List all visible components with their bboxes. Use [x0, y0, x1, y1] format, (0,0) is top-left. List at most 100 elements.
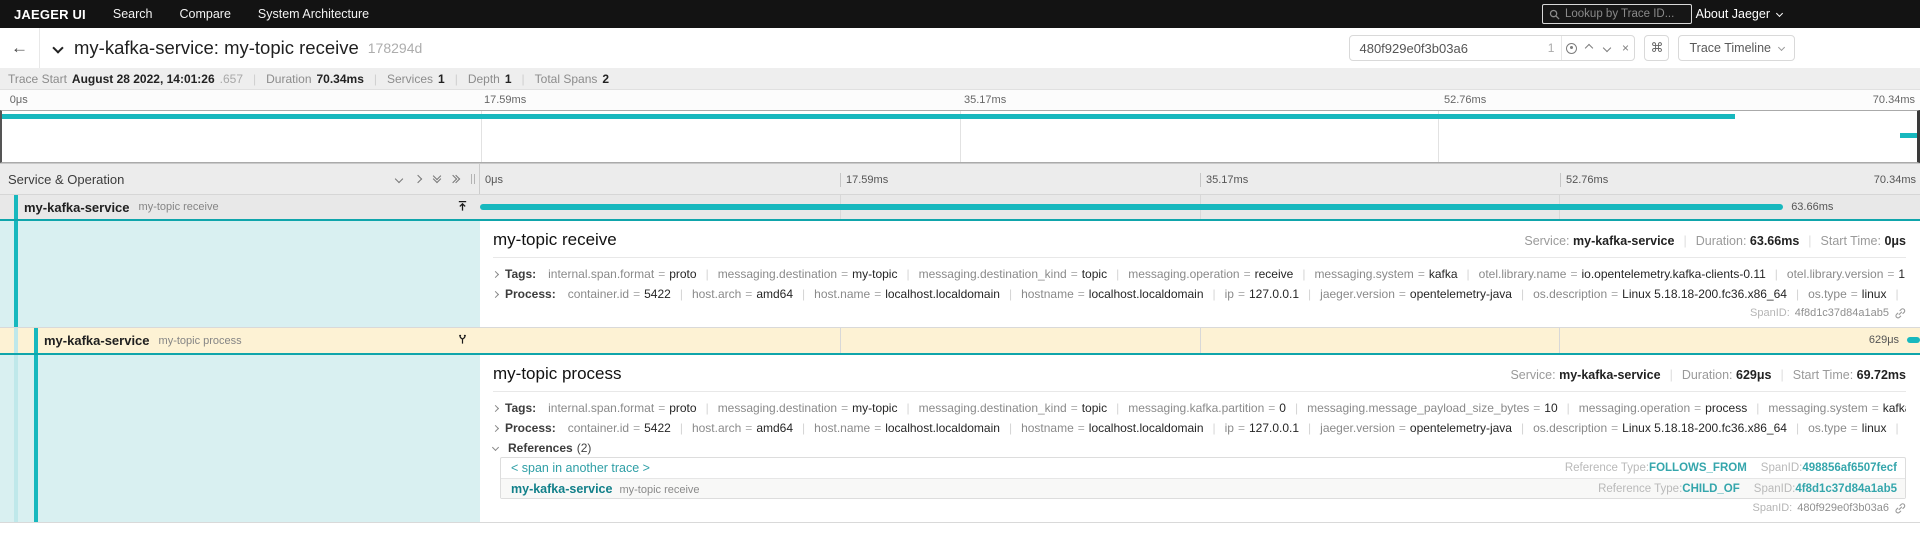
tag-key: os.type [1808, 287, 1847, 301]
tag-key: host.arch [691, 287, 742, 301]
span-duration-bar[interactable] [1907, 337, 1920, 343]
span-detail-panel: my-topic process Service: my-kafka-servic… [0, 353, 1920, 523]
trace-summary-bar: Trace Start August 28 2022, 14:01:26 .657… [0, 68, 1920, 90]
duration-value: 70.34ms [316, 71, 364, 86]
trace-title: my-kafka-service: my-topic receive [74, 37, 359, 58]
link-icon[interactable] [1894, 307, 1906, 319]
chevron-down-icon [491, 443, 501, 452]
span-operation-name: my-topic process [158, 334, 242, 347]
span-id-value: 4f8d1c37d84a1ab5 [1794, 307, 1889, 319]
trace-start-label: Trace Start [8, 71, 67, 86]
process-row[interactable]: Process: container.id = 5422 | host.arch = amd6… [493, 284, 1906, 304]
trace-minimap: 0μs 17.59ms 35.17ms 52.76ms 70.34ms [0, 90, 1920, 163]
expand-one-icon[interactable] [413, 174, 423, 184]
tag-value: proto [669, 401, 697, 415]
tag-key: ip [1224, 421, 1234, 435]
span-row[interactable]: my-kafka-service my-topic process 629μs [0, 328, 1920, 353]
tag-key: messaging.destination [717, 401, 838, 415]
timeline-header-row: Service & Operation 0μs 17.59ms 35.17ms 52.… [0, 163, 1920, 195]
tags-row[interactable]: Tags: internal.span.format = proto | messagin… [493, 398, 1906, 418]
tag-value: Linux 5.18.18-200.fc36.x86_64 [1622, 287, 1787, 301]
nav-item-compare[interactable]: Compare [179, 7, 230, 21]
external-trace-link[interactable]: < span in another trace > [511, 461, 650, 475]
tag-value: localhost.localdomain [1088, 287, 1204, 301]
trace-start-fraction: .657 [219, 71, 244, 86]
trace-header: ← my-kafka-service: my-topic receive 178… [0, 28, 1920, 68]
tag-value: 0 [1279, 401, 1286, 415]
tag-key: os.description [1533, 421, 1608, 435]
duration-label: Duration [266, 71, 312, 86]
nav-item-system-architecture[interactable]: System Architecture [258, 7, 369, 21]
services-value: 1 [438, 71, 445, 86]
back-button[interactable]: ← [0, 28, 40, 68]
total-spans-value: 2 [602, 71, 610, 86]
tag-value: my-topic [852, 401, 898, 415]
minimap-tick-label: 35.17ms [964, 94, 1007, 106]
clear-search-button[interactable]: × [1616, 36, 1634, 60]
span-detail-title: my-topic receive [493, 230, 617, 249]
span-row[interactable]: my-kafka-service my-topic receive 63.66ms [0, 195, 1920, 219]
minimap-tick-label: 0μs [9, 94, 28, 106]
keyboard-shortcuts-button[interactable]: ⌘ [1644, 35, 1670, 61]
tag-value: Linux 5.18.18-200.fc36.x86_64 [1622, 421, 1787, 435]
find-input[interactable] [1350, 40, 1548, 56]
reference-meta: Reference Type:FOLLOWS_FROM SpanID:498856… [1564, 462, 1897, 474]
chevron-down-icon [1603, 43, 1612, 53]
expand-all-icon[interactable] [448, 174, 461, 184]
tag-key: host.name [814, 421, 871, 435]
trace-view-label: Trace Timeline [1689, 41, 1771, 55]
minimap-tick-label: 17.59ms [484, 94, 527, 106]
tag-key: jaeger.version [1320, 287, 1395, 301]
chevron-down-icon [1777, 43, 1786, 51]
tag-key: otel.library.version [1786, 267, 1884, 281]
tags-label: Tags: [505, 267, 537, 281]
locate-match-button[interactable] [1562, 36, 1580, 60]
span-id-footer: SpanID: 4f8d1c37d84a1ab5 [493, 307, 1906, 319]
span-detail-title: my-topic process [493, 364, 622, 383]
link-icon[interactable] [1894, 502, 1906, 514]
tag-key: os.description [1533, 287, 1608, 301]
next-match-button[interactable] [1598, 36, 1616, 60]
tag-key: messaging.system [1768, 401, 1868, 415]
tag-value: 5422 [644, 287, 671, 301]
tags-row[interactable]: Tags: internal.span.format = proto | messagin… [493, 264, 1906, 284]
timeline-tick-label: 70.34ms [1873, 174, 1916, 186]
references-label: References [508, 440, 573, 455]
chevron-right-icon [493, 290, 500, 298]
collapse-all-icon[interactable] [432, 171, 442, 184]
tag-value: linux [1861, 421, 1887, 435]
tag-value: localhost.localdomain [885, 287, 1000, 301]
minimap-viewport[interactable] [0, 110, 1920, 163]
tag-key: messaging.destination_kind [918, 267, 1067, 281]
process-row[interactable]: Process: container.id = 5422 | host.arch = amd6… [493, 418, 1906, 438]
tag-value: 10 [1544, 401, 1558, 415]
span-operation-name: my-topic receive [138, 201, 219, 213]
tag-value: 1.15.0-alpha [1898, 267, 1906, 281]
references-row[interactable]: References (2) [491, 438, 1906, 457]
referenced-span-link[interactable]: my-kafka-service my-topic receive [511, 482, 700, 496]
prev-match-button[interactable] [1580, 36, 1598, 60]
references-fork-icon[interactable] [457, 333, 468, 345]
trace-id-lookup[interactable]: Lookup by Trace ID... [1542, 4, 1692, 24]
collapse-trace-chevron[interactable] [52, 39, 64, 57]
tag-value: 127.0.0.1 [1249, 287, 1300, 301]
trace-view-select[interactable]: Trace Timeline [1678, 35, 1795, 61]
referenced-span-operation: my-topic receive [619, 483, 700, 496]
arrow-up-icon[interactable] [457, 200, 468, 212]
collapse-one-icon[interactable] [394, 174, 404, 184]
tag-value: io.opentelemetry.kafka-clients-0.11 [1581, 267, 1766, 281]
column-resizer-handle[interactable] [471, 174, 475, 184]
match-count: 1 [1547, 41, 1555, 55]
span-duration-bar[interactable] [480, 204, 1784, 210]
lookup-placeholder: Lookup by Trace ID... [1565, 8, 1675, 20]
nav-item-search[interactable]: Search [113, 7, 153, 21]
chevron-up-icon [1585, 43, 1594, 53]
tag-key: jaeger.version [1320, 421, 1395, 435]
app-logo[interactable]: JAEGER UI [14, 7, 86, 22]
services-label: Services [387, 71, 434, 86]
span-detail-overview: Service: my-kafka-service | Duration: 63.6… [1524, 234, 1906, 248]
tag-value: amd64 [756, 287, 794, 301]
tags-label: Tags: [505, 401, 537, 415]
tag-key: messaging.system [1314, 267, 1414, 281]
about-jaeger-menu[interactable]: About Jaeger [1696, 0, 1784, 28]
